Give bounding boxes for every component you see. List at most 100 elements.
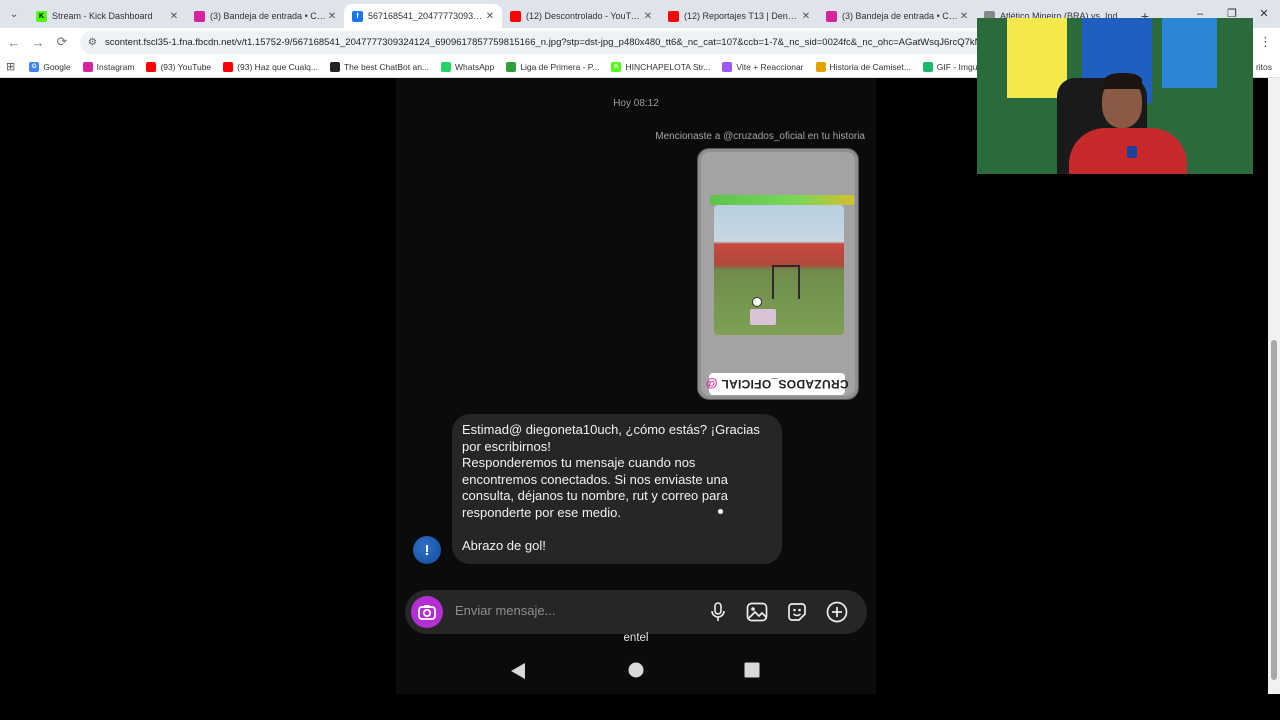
tab-close-icon[interactable]: ✕: [168, 11, 180, 22]
youtube-icon: [223, 61, 234, 72]
bookmark-item[interactable]: (93) Haz que Cualq...: [223, 61, 318, 72]
shirt-icon: [815, 61, 826, 72]
message-signoff: Abrazo de gol!: [462, 538, 546, 554]
message-composer: [405, 590, 867, 634]
mouse-cursor-icon: [717, 508, 724, 515]
kick-icon: K: [611, 61, 622, 72]
bookmark-item[interactable]: Vite + Reaccionar: [722, 61, 804, 72]
browser-tab[interactable]: (12) Reportajes T13 | Denuncia...✕: [660, 4, 818, 28]
tab-title: (12) Reportajes T13 | Denuncia...: [684, 11, 800, 21]
bookmark-item[interactable]: WhatsApp: [441, 61, 495, 72]
story-mention-tag: CRUZADOS_OFICIAL @: [705, 373, 849, 395]
message-line: encontremos conectados. Si nos enviaste …: [462, 471, 728, 487]
league-icon: [506, 61, 517, 72]
bookmark-item[interactable]: K HINCHAPELOTA Str...: [611, 61, 711, 72]
whatsapp-icon: [441, 61, 452, 72]
bookmark-label: WhatsApp: [455, 61, 495, 72]
message-line: Responderemos tu mensaje cuando nos: [462, 455, 696, 471]
tab-close-icon[interactable]: ✕: [484, 11, 496, 22]
stadium-photo: [714, 205, 844, 335]
tab-title: Stream - Kick Dashboard: [52, 11, 153, 21]
auto-reply-bubble: Estimad@ diegoneta10uch, ¿cómo estás? ¡G…: [452, 414, 782, 564]
bookmark-item[interactable]: Liga de Primera - P...: [506, 61, 600, 72]
bookmark-item[interactable]: The best ChatBot an...: [329, 61, 430, 72]
tab-title: 567168541_204777730932412...: [368, 11, 484, 21]
message-line: por escribirnos!: [462, 438, 551, 454]
message-line: Estimad@ diegoneta10uch, ¿cómo estás? ¡G…: [462, 422, 760, 437]
tab-close-icon[interactable]: ✕: [642, 11, 654, 22]
browser-menu-icon[interactable]: ⋮: [1259, 28, 1272, 56]
story-preview[interactable]: CRUZADOS_OFICIAL @: [697, 148, 859, 400]
browser-tab[interactable]: f 567168541_204777730932412...✕: [344, 4, 502, 28]
bookmark-label: (93) YouTube: [160, 61, 212, 72]
google-icon: G: [29, 61, 40, 72]
jersey-crest: [1127, 146, 1137, 158]
tab-favicon-icon: [826, 10, 837, 22]
tab-favicon-icon: [668, 10, 679, 22]
tab-close-icon[interactable]: ✕: [958, 11, 970, 22]
bookmark-item[interactable]: GIF - Imgur: [922, 61, 981, 72]
tab-close-icon[interactable]: ✕: [326, 11, 338, 22]
bookmark-item[interactable]: Historia de Camiset...: [815, 61, 911, 72]
gallery-icon[interactable]: [744, 599, 770, 625]
android-recents-icon[interactable]: [744, 662, 760, 678]
story-banner: [710, 195, 854, 205]
bookmark-label: HINCHAPELOTA Str...: [625, 61, 711, 72]
message-line: consulta, déjanos tu nombre, rut y corre…: [462, 488, 728, 504]
sticker-icon[interactable]: [784, 599, 810, 625]
mention-note: Mencionaste a @cruzados_oficial en tu hi…: [655, 131, 865, 142]
sender-avatar[interactable]: !: [413, 536, 441, 564]
bookmark-item[interactable]: Instagram: [82, 61, 135, 72]
message-line: responderte por ese medio.: [462, 504, 621, 520]
browser-tab[interactable]: (12) Descontrolado - YouTube ✕: [502, 4, 660, 28]
youtube-icon: [146, 61, 157, 72]
ball-icon: [752, 297, 762, 307]
tab-title: (3) Bandeja de entrada • Chats: [210, 11, 326, 21]
android-navigation-bar: [396, 658, 876, 684]
tab-title: (12) Descontrolado - YouTube: [526, 11, 642, 21]
page-scrollbar[interactable]: [1268, 78, 1280, 694]
add-icon[interactable]: [824, 599, 850, 625]
bookmark-label: Vite + Reaccionar: [736, 61, 804, 72]
openai-icon: [329, 61, 340, 72]
camera-icon[interactable]: [411, 596, 443, 628]
bookmark-label: GIF - Imgur: [936, 61, 981, 72]
yellow-jersey: [1007, 18, 1067, 98]
tab-favicon-icon: K: [36, 10, 47, 22]
all-bookmarks-label[interactable]: ritos: [1256, 62, 1272, 72]
scrollbar-thumb[interactable]: [1271, 340, 1277, 680]
bookmark-label: Google: [43, 61, 71, 72]
bookmark-label: The best ChatBot an...: [343, 61, 430, 72]
tab-search-chevron-icon[interactable]: ⌄: [0, 0, 28, 28]
bookmark-item[interactable]: (93) YouTube: [146, 61, 212, 72]
tab-title: (3) Bandeja de entrada • Chats: [842, 11, 958, 21]
at-icon: @: [705, 377, 718, 391]
tab-favicon-icon: f: [352, 10, 363, 22]
story-tag-text: CRUZADOS_OFICIAL: [721, 377, 849, 391]
browser-tab[interactable]: (3) Bandeja de entrada • Chats ✕: [186, 4, 344, 28]
site-info-icon[interactable]: ⚙: [88, 37, 97, 48]
instagram-chat-screenshot: Hoy 08:12 Mencionaste a @cruzados_oficia…: [396, 78, 876, 694]
android-back-icon[interactable]: [510, 662, 526, 680]
carrier-label: entel: [623, 632, 649, 644]
bookmark-label: Instagram: [96, 61, 135, 72]
streamer-hair: [1104, 73, 1142, 89]
microphone-icon[interactable]: [705, 599, 731, 625]
bookmark-label: Historia de Camiset...: [829, 61, 911, 72]
browser-tab[interactable]: (3) Bandeja de entrada • Chats ✕: [818, 4, 976, 28]
back-icon[interactable]: ←: [2, 35, 26, 50]
imgur-icon: [922, 61, 933, 72]
reload-icon[interactable]: ⟳: [50, 34, 74, 50]
android-home-icon[interactable]: [628, 662, 644, 678]
tab-close-icon[interactable]: ✕: [800, 11, 812, 22]
message-input[interactable]: [455, 603, 695, 618]
bookmark-label: Liga de Primera - P...: [520, 61, 600, 72]
instagram-icon: [82, 61, 93, 72]
browser-tab[interactable]: K Stream - Kick Dashboard ✕: [28, 4, 186, 28]
bookmark-item[interactable]: G Google: [29, 61, 71, 72]
tab-favicon-icon: [194, 10, 205, 22]
chat-timestamp: Hoy 08:12: [613, 98, 659, 109]
forward-icon[interactable]: →: [26, 35, 50, 50]
bookmark-label: (93) Haz que Cualq...: [237, 61, 318, 72]
apps-grid-icon[interactable]: ⊞: [6, 60, 15, 73]
